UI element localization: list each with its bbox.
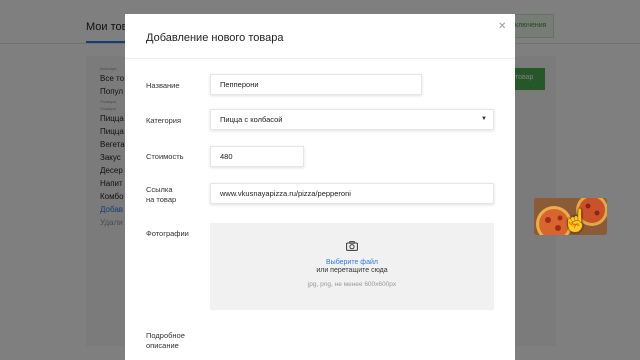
chevron-down-icon: ▼ bbox=[481, 116, 487, 122]
link-label: Ссылка на товар bbox=[146, 185, 176, 205]
add-product-modal: Добавление нового товара ✕ Название Пепп… bbox=[125, 14, 515, 360]
close-icon[interactable]: ✕ bbox=[498, 21, 506, 32]
name-label: Название bbox=[146, 81, 180, 90]
price-label: Стоимость bbox=[146, 152, 184, 161]
photos-label: Фотографии bbox=[146, 229, 189, 238]
modal-title: Добавление нового товара bbox=[146, 32, 284, 44]
drop-instructions: или перетащите сюда bbox=[316, 267, 388, 274]
modal-divider bbox=[125, 58, 515, 59]
file-format-hint: jpg, png, не менее 600х600px bbox=[307, 281, 397, 288]
category-label: Категория bbox=[146, 116, 182, 125]
category-select[interactable]: Пицца с колбасой ▼ bbox=[210, 109, 494, 130]
camera-icon bbox=[346, 241, 358, 251]
choose-file-link[interactable]: Выберите файл bbox=[210, 259, 494, 266]
hand-cursor-icon: ☝ bbox=[562, 208, 590, 233]
photo-drop-zone[interactable]: Выберите файл или перетащите сюда jpg, p… bbox=[210, 223, 494, 310]
link-label-line2: на товар bbox=[146, 195, 177, 204]
name-input[interactable]: Пепперони bbox=[210, 74, 422, 95]
link-input[interactable]: www.vkusnayapizza.ru/pizza/pepperoni bbox=[210, 183, 494, 204]
link-label-line1: Ссылка bbox=[146, 185, 173, 194]
category-value: Пицца с колбасой bbox=[220, 115, 283, 124]
price-input[interactable]: 480 bbox=[210, 146, 304, 167]
description-label-line1: Подробное bbox=[146, 331, 185, 340]
description-label: Подробное описание bbox=[146, 331, 185, 351]
description-label-line2: описание bbox=[146, 341, 179, 350]
